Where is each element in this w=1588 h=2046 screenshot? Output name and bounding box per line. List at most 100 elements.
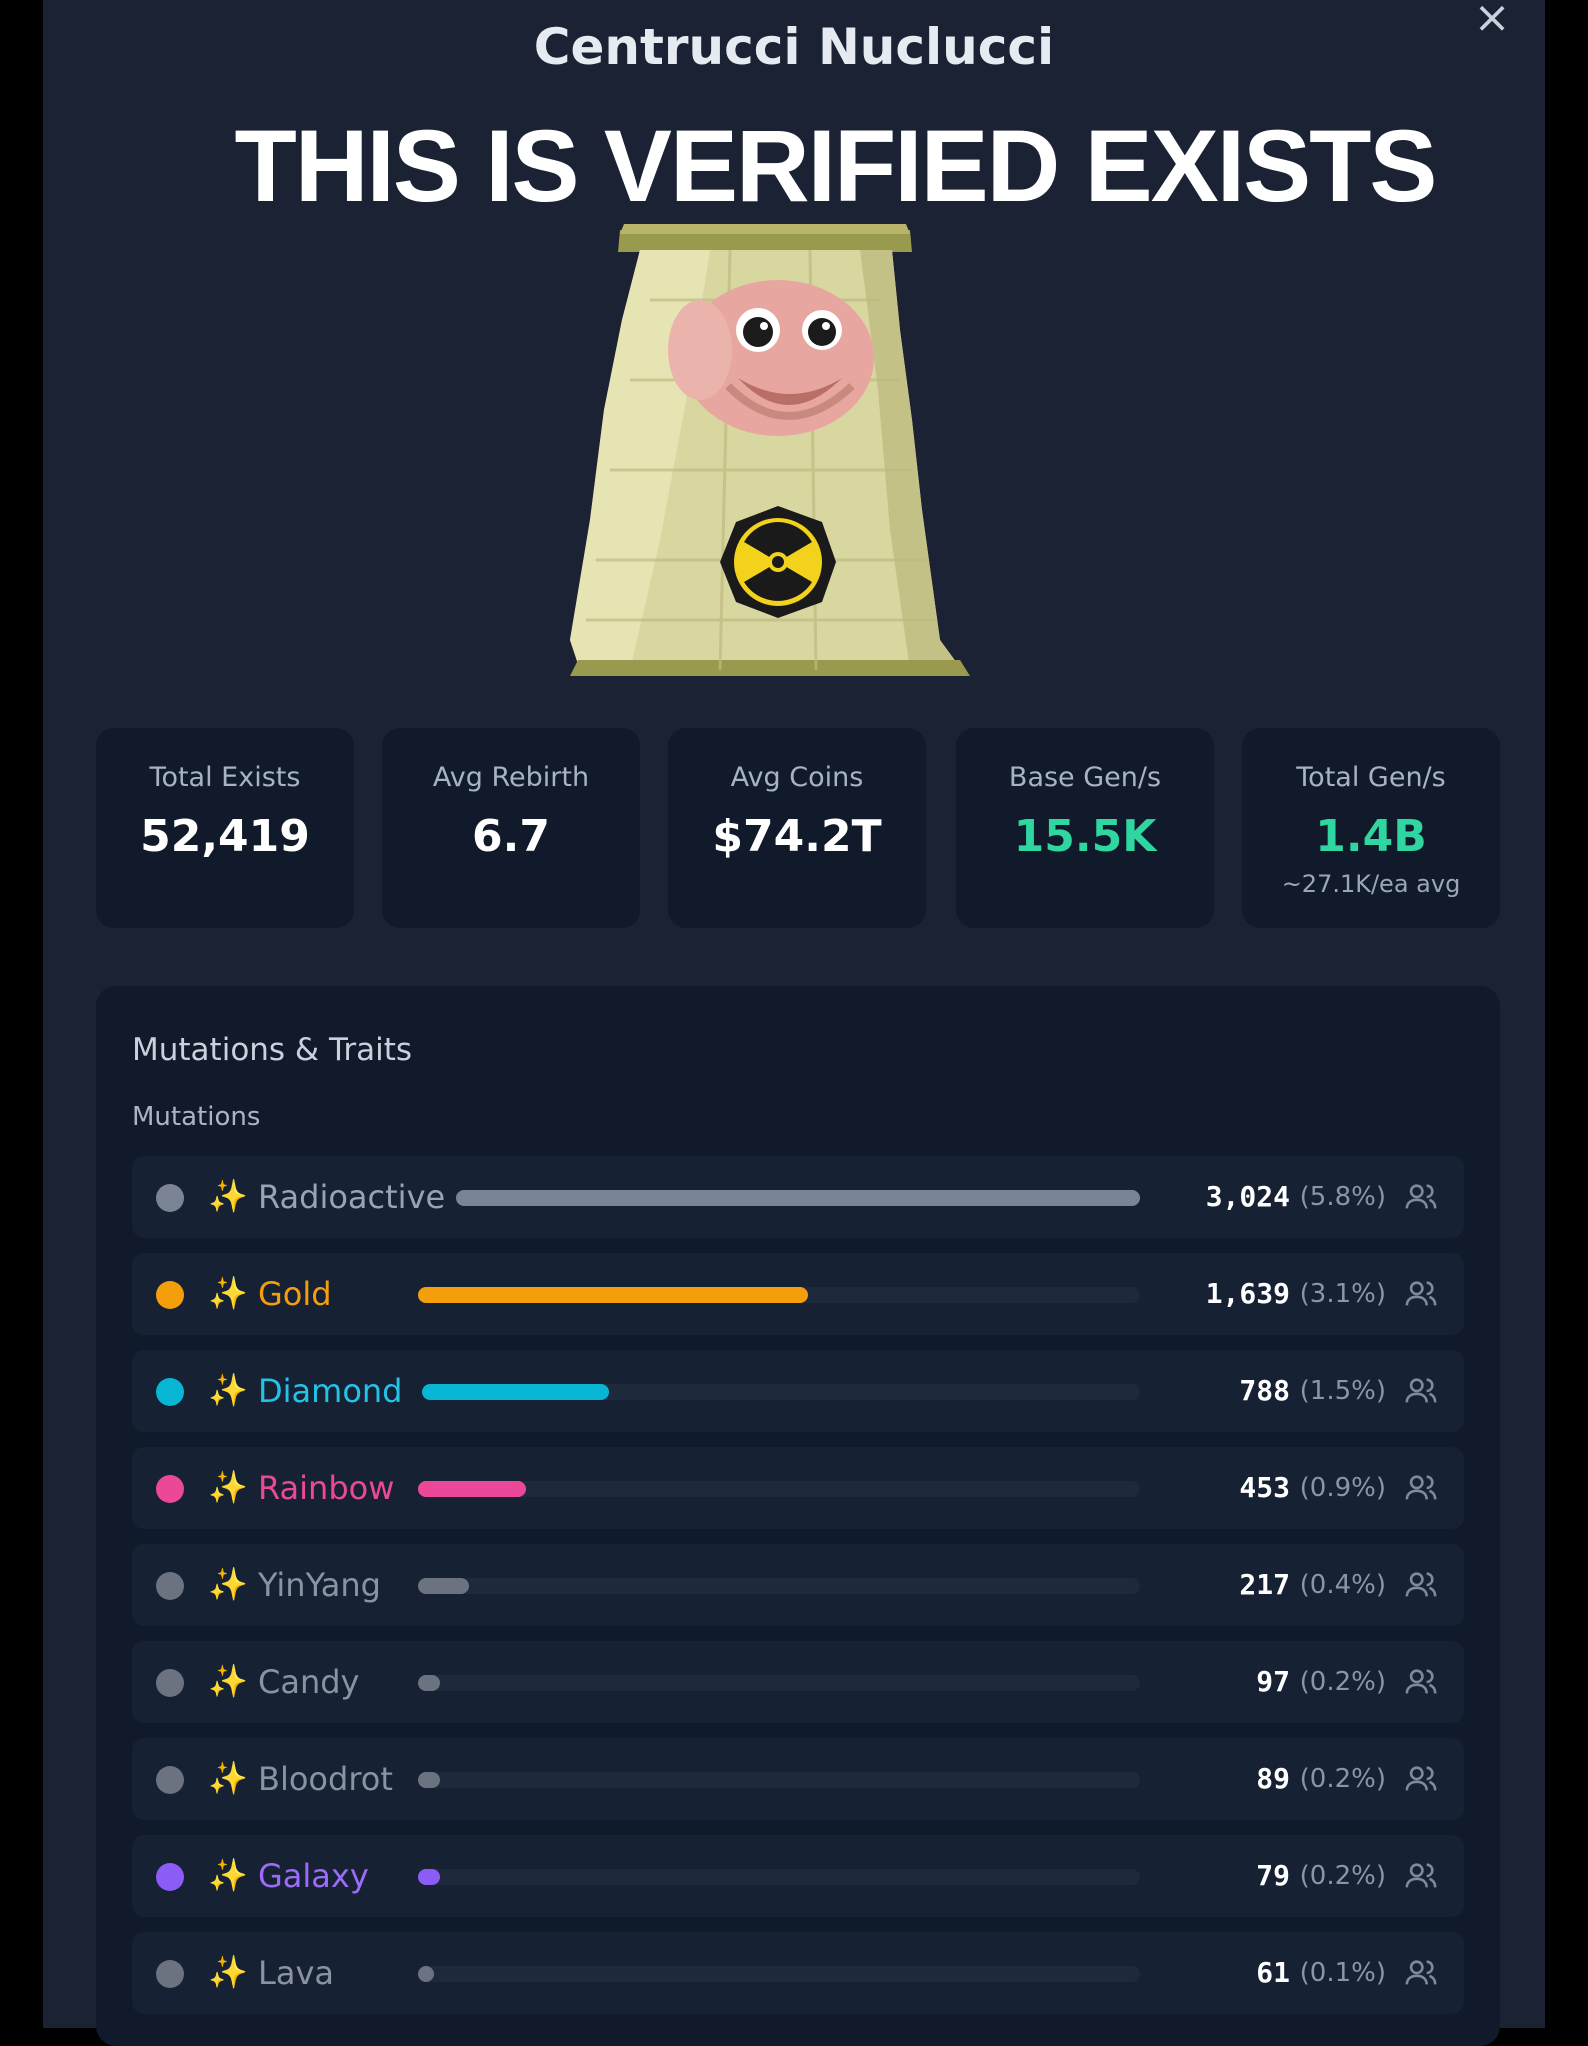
mutation-bar-fill <box>418 1772 440 1788</box>
stat-card-total-exists: Total Exists 52,419 <box>96 728 354 928</box>
sparkle-icon: ✨ <box>208 1759 248 1797</box>
mutation-percent: (5.8%) <box>1299 1182 1386 1212</box>
stat-label: Total Gen/s <box>1296 762 1446 793</box>
status-dot <box>156 1281 184 1309</box>
status-dot <box>156 1960 184 1988</box>
mutation-percent: (0.2%) <box>1299 1667 1386 1697</box>
stat-card-total-gen: Total Gen/s 1.4B ~27.1K/ea avg <box>1242 728 1500 928</box>
status-dot <box>156 1863 184 1891</box>
sparkle-icon: ✨ <box>208 1662 248 1700</box>
mutation-row-lava[interactable]: ✨ Lava 61 (0.1%) <box>132 1932 1464 2014</box>
status-dot <box>156 1669 184 1697</box>
mutation-name: Lava <box>258 1954 334 1992</box>
mutation-bar-fill <box>418 1578 469 1594</box>
status-dot <box>156 1184 184 1212</box>
sparkle-icon: ✨ <box>208 1177 248 1215</box>
character-image <box>570 224 970 676</box>
users-icon[interactable] <box>1404 1859 1438 1893</box>
stat-label: Avg Rebirth <box>432 762 590 793</box>
stat-value: 52,419 <box>140 811 310 862</box>
mutation-percent: (0.1%) <box>1299 1958 1386 1988</box>
mutation-row-candy[interactable]: ✨ Candy 97 (0.2%) <box>132 1641 1464 1723</box>
users-icon[interactable] <box>1404 1956 1438 1990</box>
mutation-name: Rainbow <box>258 1469 395 1507</box>
sparkle-icon: ✨ <box>208 1953 248 1991</box>
mutation-count: 453 <box>1239 1471 1290 1504</box>
mutation-name: Galaxy <box>258 1857 369 1895</box>
mutation-bar-track <box>418 1287 1140 1303</box>
mutation-row-galaxy[interactable]: ✨ Galaxy 79 (0.2%) <box>132 1835 1464 1917</box>
mutation-count: 1,639 <box>1205 1277 1290 1310</box>
mutation-bar-track <box>456 1190 1140 1206</box>
mutation-bar-fill <box>418 1287 808 1303</box>
mutation-bar-fill <box>418 1966 434 1982</box>
status-dot <box>156 1475 184 1503</box>
mutation-bar-fill <box>418 1675 440 1691</box>
mutation-row-yinyang[interactable]: ✨ YinYang 217 (0.4%) <box>132 1544 1464 1626</box>
stat-card-avg-coins: Avg Coins $74.2T <box>668 728 926 928</box>
mutation-bar-fill <box>418 1869 440 1885</box>
mutation-name: Diamond <box>258 1372 403 1410</box>
stat-sub-label: ~27.1K/ea avg <box>1281 870 1461 898</box>
stat-card-avg-rebirth: Avg Rebirth 6.7 <box>382 728 640 928</box>
video-caption-overlay: THIS IS VERIFIED EXISTS <box>234 109 1438 223</box>
mutation-name: YinYang <box>258 1566 381 1604</box>
mutation-name: Candy <box>258 1663 360 1701</box>
status-dot <box>156 1572 184 1600</box>
users-icon[interactable] <box>1404 1277 1438 1311</box>
users-icon[interactable] <box>1404 1665 1438 1699</box>
mutation-row-bloodrot[interactable]: ✨ Bloodrot 89 (0.2%) <box>132 1738 1464 1820</box>
stat-label: Total Exists <box>149 762 301 793</box>
mutation-count: 217 <box>1239 1568 1290 1601</box>
mutation-bar-fill <box>418 1481 527 1497</box>
mutation-bar-track <box>418 1869 1140 1885</box>
mutation-count: 3,024 <box>1205 1180 1290 1213</box>
users-icon[interactable] <box>1404 1471 1438 1505</box>
mutation-row-radioactive[interactable]: ✨ Radioactive 3,024 (5.8%) <box>132 1156 1464 1238</box>
users-icon[interactable] <box>1404 1180 1438 1214</box>
sparkle-icon: ✨ <box>208 1274 248 1312</box>
mutation-name: Radioactive <box>258 1178 446 1216</box>
sparkle-icon: ✨ <box>208 1468 248 1506</box>
mutation-name: Gold <box>258 1275 332 1313</box>
mutation-bar-track <box>418 1578 1140 1594</box>
stat-value: 6.7 <box>472 811 550 862</box>
mutation-percent: (0.2%) <box>1299 1861 1386 1891</box>
users-icon[interactable] <box>1404 1374 1438 1408</box>
stat-value: 1.4B <box>1315 811 1427 862</box>
users-icon[interactable] <box>1404 1568 1438 1602</box>
sparkle-icon: ✨ <box>208 1371 248 1409</box>
mutation-count: 61 <box>1256 1956 1290 1989</box>
mutation-count: 89 <box>1256 1762 1290 1795</box>
status-dot <box>156 1378 184 1406</box>
stat-card-base-gen: Base Gen/s 15.5K <box>956 728 1214 928</box>
stat-value: 15.5K <box>1013 811 1157 862</box>
mutation-row-rainbow[interactable]: ✨ Rainbow 453 (0.9%) <box>132 1447 1464 1529</box>
sparkle-icon: ✨ <box>208 1565 248 1603</box>
mutation-name: Bloodrot <box>258 1760 393 1798</box>
mutation-percent: (0.2%) <box>1299 1764 1386 1794</box>
mutations-traits-section: Mutations & Traits Mutations ✨ Radioactiv… <box>96 986 1500 2046</box>
mutation-bar-fill <box>422 1384 609 1400</box>
sparkle-icon: ✨ <box>208 1856 248 1894</box>
mutation-bar-fill <box>456 1190 1140 1206</box>
stat-label: Avg Coins <box>730 762 864 793</box>
mutation-bar-track <box>422 1384 1140 1400</box>
section-title: Mutations & Traits <box>132 1032 412 1068</box>
mutation-row-gold[interactable]: ✨ Gold 1,639 (3.1%) <box>132 1253 1464 1335</box>
mutation-row-diamond[interactable]: ✨ Diamond 788 (1.5%) <box>132 1350 1464 1432</box>
users-icon[interactable] <box>1404 1762 1438 1796</box>
mutation-bar-track <box>418 1966 1140 1982</box>
page-title: Centrucci Nuclucci <box>533 18 1055 76</box>
mutation-percent: (3.1%) <box>1299 1279 1386 1309</box>
mutation-count: 79 <box>1256 1859 1290 1892</box>
mutation-percent: (1.5%) <box>1299 1376 1386 1406</box>
mutation-bar-track <box>418 1481 1140 1497</box>
mutation-bar-track <box>418 1772 1140 1788</box>
stat-label: Base Gen/s <box>1008 762 1162 793</box>
status-dot <box>156 1766 184 1794</box>
section-subtitle: Mutations <box>132 1102 261 1132</box>
mutation-count: 97 <box>1256 1665 1290 1698</box>
mutation-count: 788 <box>1239 1374 1290 1407</box>
mutation-percent: (0.4%) <box>1299 1570 1386 1600</box>
